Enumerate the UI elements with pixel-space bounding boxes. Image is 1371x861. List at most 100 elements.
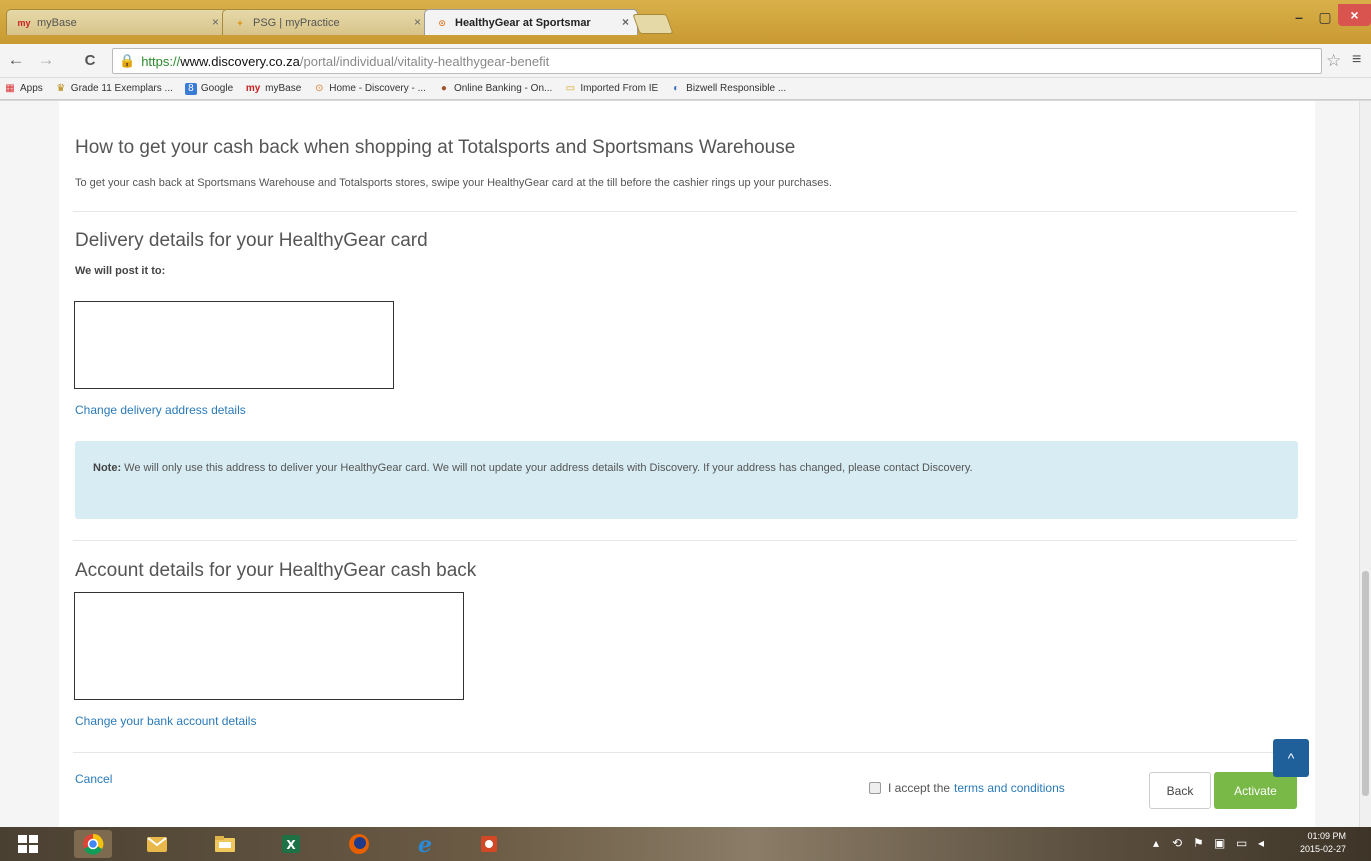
- bookmark-label: Home - Discovery - ...: [329, 83, 426, 94]
- activate-button[interactable]: Activate: [1214, 772, 1297, 809]
- benefit-card: How to get your cash back when shopping …: [59, 101, 1315, 827]
- apps-grid-icon: ▦: [5, 82, 15, 94]
- note-text: We will only use this address to deliver…: [121, 462, 973, 474]
- back-arrow-icon[interactable]: ←: [4, 50, 28, 70]
- chrome-taskbar-icon[interactable]: [74, 830, 112, 858]
- bank-icon: ●: [440, 82, 447, 94]
- bookmark-label: Imported From IE: [580, 83, 659, 94]
- bank-account-box: [74, 592, 464, 700]
- delivery-post-label: We will post it to:: [75, 265, 166, 277]
- tray-sync-icon[interactable]: ⟲: [1172, 836, 1182, 850]
- close-window-icon[interactable]: ×: [1338, 4, 1371, 26]
- account-heading: Account details for your HealthyGear cas…: [75, 560, 477, 581]
- delivery-address-box: [74, 301, 394, 389]
- back-button[interactable]: Back: [1149, 772, 1211, 809]
- bizwell-icon: ◐: [673, 82, 680, 94]
- scrollbar-thumb[interactable]: [1362, 571, 1369, 796]
- cashback-heading: How to get your cash back when shopping …: [75, 137, 796, 158]
- mybase-icon: my: [245, 82, 261, 94]
- tab-label: HealthyGear at Sportsmar: [455, 16, 591, 29]
- reload-icon[interactable]: C: [78, 52, 102, 69]
- delivery-heading: Delivery details for your HealthyGear ca…: [75, 230, 428, 251]
- discovery-icon: ⊙: [315, 82, 324, 94]
- tab-mypractice[interactable]: + PSG | myPractice ×: [222, 9, 430, 35]
- divider: [73, 540, 1297, 541]
- powerpoint-taskbar-icon[interactable]: [470, 830, 508, 858]
- change-bank-account-link[interactable]: Change your bank account details: [75, 714, 256, 728]
- page-viewport: How to get your cash back when shopping …: [0, 101, 1371, 827]
- close-tab-icon[interactable]: ×: [414, 15, 421, 29]
- close-tab-icon[interactable]: ×: [212, 15, 219, 29]
- address-note: Note: We will only use this address to d…: [75, 441, 1298, 519]
- url-path: /portal/individual/vitality-healthygear-…: [299, 53, 550, 69]
- lock-icon: 🔒: [119, 53, 136, 68]
- clock-time: 01:09 PM: [1307, 831, 1347, 841]
- tab-label: PSG | myPractice: [253, 16, 340, 29]
- maximize-window-icon[interactable]: ▢: [1312, 6, 1338, 28]
- tray-show-hidden-icon[interactable]: ▴: [1153, 836, 1159, 850]
- scroll-icon: ♛: [56, 82, 66, 94]
- bookmark-star-icon[interactable]: ☆: [1326, 51, 1341, 71]
- tab-healthygear[interactable]: ⊙ HealthyGear at Sportsmar ×: [424, 9, 638, 35]
- bookmark-label: myBase: [265, 83, 302, 94]
- bookmark-online-banking[interactable]: ● Online Banking - On...: [438, 83, 552, 95]
- svg-text:e: e: [418, 833, 432, 855]
- svg-text:X: X: [286, 838, 296, 852]
- change-delivery-address-link[interactable]: Change delivery address details: [75, 403, 246, 417]
- bookmark-label: Apps: [20, 83, 43, 94]
- tray-display-icon[interactable]: ▭: [1236, 836, 1247, 850]
- windows-start-icon[interactable]: [18, 835, 40, 855]
- tab-mybase[interactable]: my myBase ×: [6, 9, 228, 35]
- bookmark-apps[interactable]: ▦ Apps: [4, 83, 43, 95]
- bookmarks-bar: ▦ Apps ♛ Grade 11 Exemplars ... 8 Google…: [0, 78, 1371, 100]
- cashback-instructions: To get your cash back at Sportsmans Ware…: [75, 177, 832, 189]
- firefox-taskbar-icon[interactable]: [340, 830, 378, 858]
- bookmark-discovery-home[interactable]: ⊙ Home - Discovery - ...: [313, 83, 426, 95]
- accept-terms-checkbox[interactable]: [869, 782, 881, 794]
- folder-icon: ▭: [565, 82, 576, 94]
- bookmark-google[interactable]: 8 Google: [184, 82, 234, 95]
- bookmark-label: Online Banking - On...: [453, 83, 553, 94]
- browser-toolbar: ← → C 🔒 https:// www.discovery.co.za /po…: [0, 44, 1371, 78]
- tray-flag-icon[interactable]: ⚑: [1193, 836, 1204, 850]
- psg-favicon-icon: +: [237, 17, 243, 28]
- bookmark-label: Grade 11 Exemplars ...: [70, 83, 173, 94]
- outlook-taskbar-icon[interactable]: [138, 830, 176, 858]
- minimize-window-icon[interactable]: –: [1286, 6, 1312, 28]
- discovery-favicon-icon: ⊙: [438, 17, 446, 28]
- note-label: Note:: [93, 462, 122, 474]
- back-to-top-button[interactable]: ^: [1273, 739, 1309, 777]
- accept-terms: I accept the terms and conditions: [869, 781, 1065, 795]
- bookmark-label: Bizwell Responsible ...: [686, 83, 787, 94]
- tab-label: myBase: [37, 16, 77, 29]
- bookmark-label: Google: [200, 83, 234, 94]
- divider: [73, 752, 1297, 753]
- taskbar-clock[interactable]: 01:09 PM 2015-02-27: [1300, 830, 1346, 856]
- chevron-up-icon: ^: [1287, 750, 1295, 766]
- cancel-link[interactable]: Cancel: [75, 772, 112, 786]
- google-icon: 8: [184, 82, 197, 95]
- bookmark-imported-from-ie[interactable]: ▭ Imported From IE: [564, 82, 659, 95]
- tray-volume-icon[interactable]: ◂: [1258, 836, 1264, 850]
- bookmark-bizwell[interactable]: ◐ Bizwell Responsible ...: [670, 83, 786, 95]
- mybase-favicon-icon: my: [17, 17, 31, 28]
- browser-tab-strip: my myBase × + PSG | myPractice × ⊙ Healt…: [0, 0, 1371, 44]
- clock-date: 2015-02-27: [1300, 844, 1347, 854]
- forward-arrow-icon[interactable]: →: [34, 50, 58, 70]
- accept-terms-label: I accept the: [888, 781, 951, 795]
- close-tab-icon[interactable]: ×: [622, 15, 629, 29]
- internet-explorer-taskbar-icon[interactable]: e: [406, 830, 444, 858]
- divider: [73, 211, 1297, 212]
- bookmark-mybase[interactable]: my myBase: [245, 83, 301, 95]
- address-bar[interactable]: 🔒 https:// www.discovery.co.za /portal/i…: [112, 48, 1322, 74]
- hamburger-menu-icon[interactable]: ≡: [1352, 51, 1361, 69]
- url-scheme: https://: [141, 53, 181, 69]
- url-host: www.discovery.co.za: [180, 53, 300, 69]
- file-explorer-taskbar-icon[interactable]: [206, 830, 244, 858]
- new-tab-button[interactable]: [632, 14, 674, 34]
- bookmark-grade11[interactable]: ♛ Grade 11 Exemplars ...: [55, 83, 173, 95]
- windows-taskbar: X e ▴ ⟲ ⚑ ▣ ▭ ◂ 01:09 PM 2015-02-27: [0, 827, 1371, 861]
- tray-network-icon[interactable]: ▣: [1214, 836, 1225, 850]
- excel-taskbar-icon[interactable]: X: [272, 830, 310, 858]
- terms-and-conditions-link[interactable]: terms and conditions: [954, 781, 1065, 795]
